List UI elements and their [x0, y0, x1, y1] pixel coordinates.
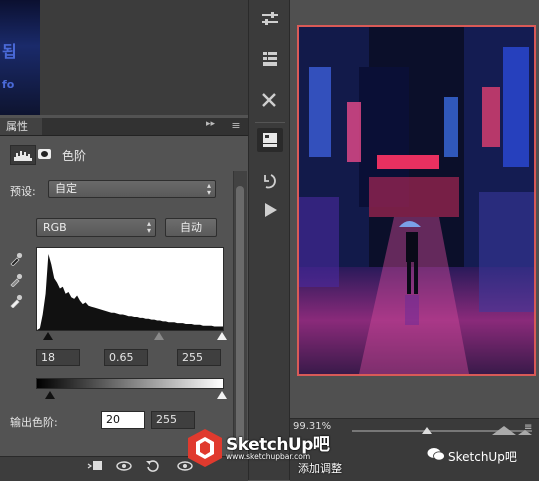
layer-thumbnail: 됩 fo	[0, 0, 40, 115]
white-point-eyedropper-icon[interactable]	[9, 294, 23, 308]
panel-scroll-thumb[interactable]	[236, 186, 244, 448]
output-black-slider[interactable]	[45, 391, 55, 399]
histogram	[36, 247, 224, 331]
document-photo[interactable]	[297, 25, 536, 376]
select-arrows-icon: ▴ ▾	[146, 219, 151, 235]
tools-wrench-icon[interactable]	[257, 88, 283, 112]
layer-mask-icon[interactable]	[36, 145, 54, 163]
output-low-field[interactable]: 20	[101, 411, 145, 429]
wechat-account-label: SketchUp吧	[448, 450, 517, 464]
black-point-eyedropper-icon[interactable]	[9, 252, 23, 266]
thumbnail-text-top: 됩	[2, 42, 17, 61]
select-arrows-icon: ▴ ▾	[206, 181, 211, 197]
channel-value: RGB	[43, 221, 67, 234]
preset-value: 自定	[55, 182, 77, 195]
top-panel-area	[40, 0, 248, 115]
adjustments-sliders-icon[interactable]	[257, 7, 283, 31]
histogram-chart	[37, 254, 223, 330]
input-gamma-slider[interactable]	[154, 332, 164, 340]
clip-to-layer-icon[interactable]	[86, 458, 104, 474]
collapse-panel-icon[interactable]: ▸▸	[206, 119, 215, 129]
input-black-slider[interactable]	[43, 332, 53, 340]
input-white-slider[interactable]	[217, 332, 227, 340]
gray-point-eyedropper-icon[interactable]	[9, 273, 23, 287]
layer-info-icon[interactable]	[257, 128, 283, 152]
levels-adjustment-icon[interactable]	[10, 145, 36, 165]
preset-label: 预设:	[10, 185, 36, 198]
output-high-field[interactable]: 255	[151, 411, 195, 429]
input-black-field[interactable]: 18	[36, 349, 80, 366]
tool-column	[248, 0, 290, 480]
tool-divider	[255, 122, 285, 123]
output-gradient-bar	[36, 378, 224, 389]
properties-list-icon[interactable]	[257, 47, 283, 71]
watermark-add-text: 添加调整	[298, 462, 342, 475]
input-gamma-field[interactable]: 0.65	[104, 349, 148, 366]
adjustment-title: 色阶	[62, 149, 87, 163]
auto-button[interactable]: 自动	[165, 218, 217, 237]
history-icon[interactable]	[257, 169, 283, 193]
channel-select[interactable]: RGB ▴ ▾	[36, 218, 156, 237]
output-levels-label: 输出色阶:	[10, 416, 58, 429]
preset-select[interactable]: 自定 ▴ ▾	[48, 180, 216, 198]
reset-icon[interactable]	[145, 458, 161, 474]
wechat-icon	[427, 448, 445, 461]
histogram-area	[37, 254, 223, 330]
tab-properties[interactable]: 属性	[0, 118, 42, 135]
input-white-field[interactable]: 255	[177, 349, 221, 366]
output-white-slider[interactable]	[217, 391, 227, 399]
navigator-zoom-slider[interactable]	[352, 424, 532, 438]
neon-street-image	[299, 27, 534, 374]
panel-menu-icon[interactable]: ≡	[226, 119, 246, 133]
sketchupbar-logo-icon	[188, 429, 222, 467]
play-action-icon[interactable]	[257, 198, 283, 222]
status-menu-icon[interactable]: ≡	[524, 422, 532, 433]
thumbnail-text-bottom: fo	[2, 78, 15, 91]
view-previous-state-icon[interactable]	[116, 458, 134, 474]
histogram-glyph-icon	[14, 151, 32, 161]
